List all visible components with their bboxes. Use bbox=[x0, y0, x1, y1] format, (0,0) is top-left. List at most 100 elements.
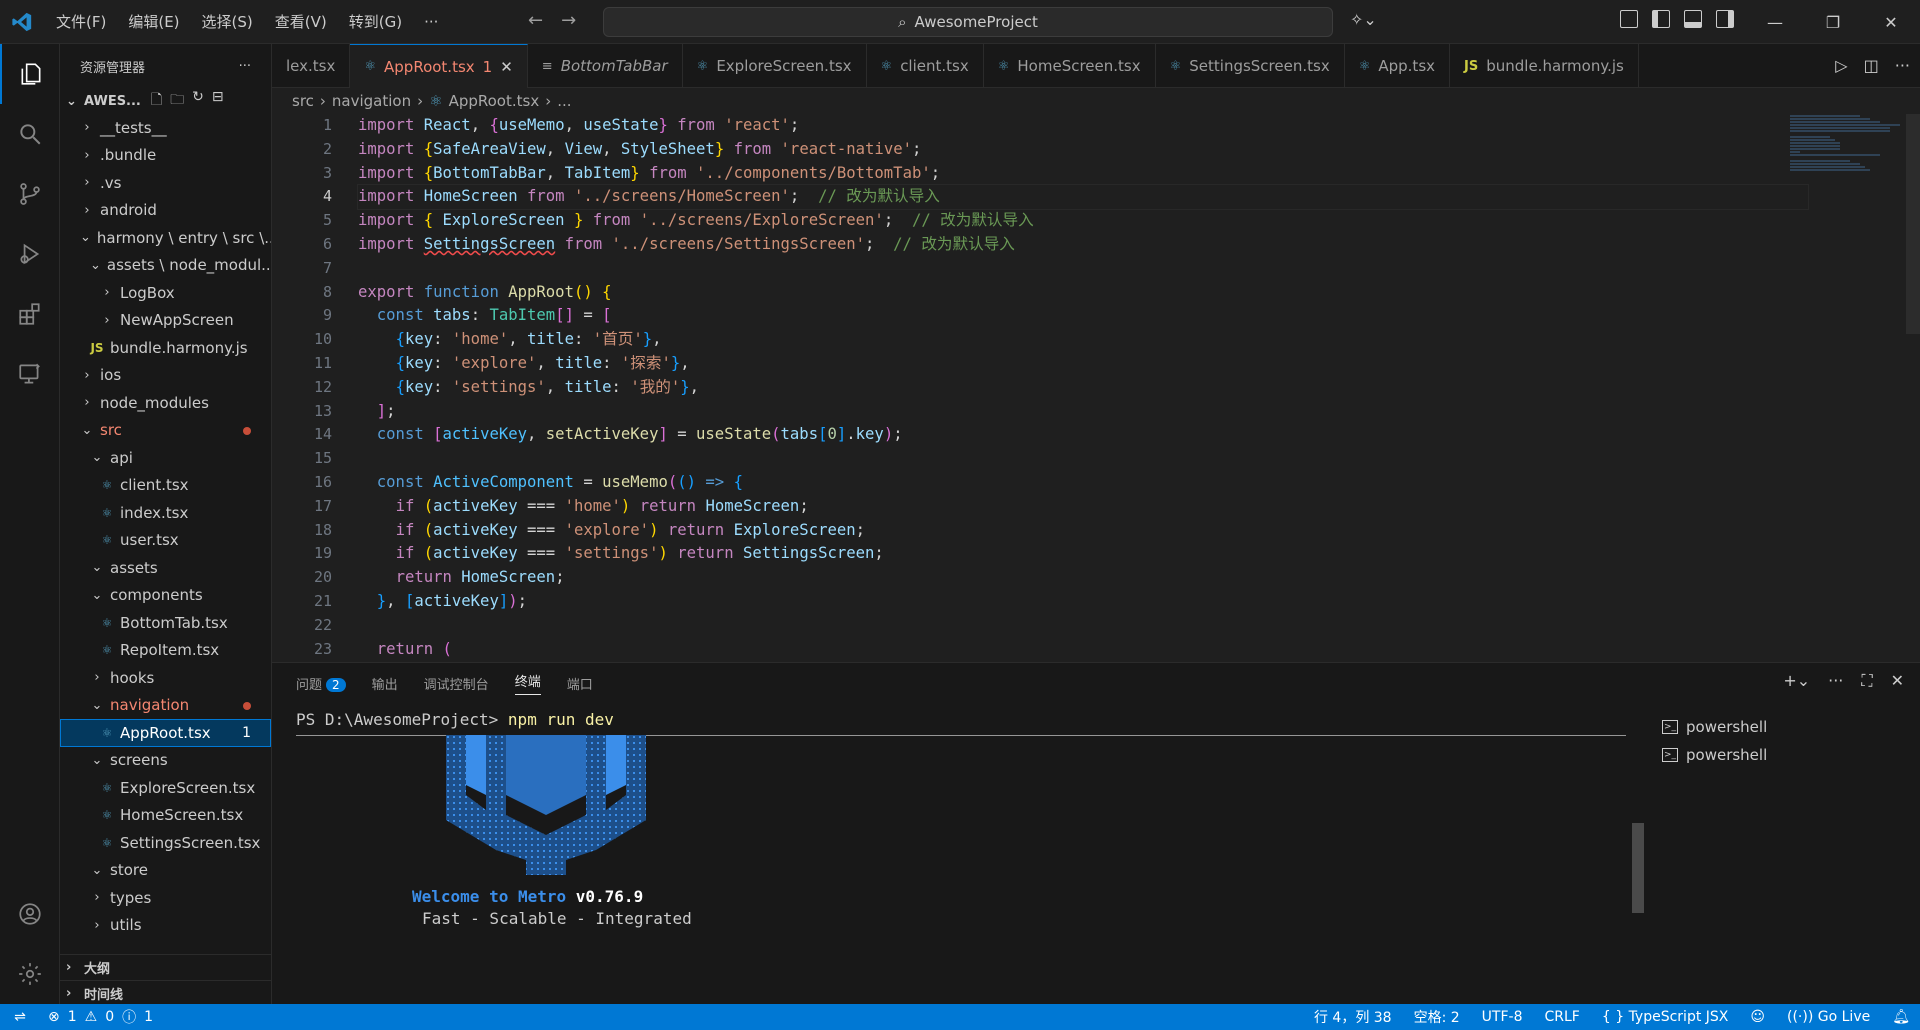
tree-file[interactable]: ⚛ client.tsx bbox=[60, 472, 271, 500]
menu-more[interactable]: ··· bbox=[416, 9, 446, 35]
tree-folder[interactable]: ⌄ api bbox=[60, 444, 271, 472]
tree-folder[interactable]: ⌄ components bbox=[60, 582, 271, 610]
tree-folder[interactable]: › android bbox=[60, 197, 271, 225]
split-editor-icon[interactable]: ◫ bbox=[1864, 56, 1879, 75]
new-folder-icon[interactable]: 🗀 bbox=[170, 89, 184, 113]
menu-go[interactable]: 转到(G) bbox=[341, 7, 410, 36]
maximize-icon[interactable]: ❐ bbox=[1804, 0, 1862, 44]
remote-indicator-icon[interactable]: ⇌ bbox=[0, 1004, 40, 1030]
breadcrumb-navigation[interactable]: navigation bbox=[332, 92, 411, 110]
close-panel-icon[interactable]: ✕ bbox=[1891, 671, 1904, 691]
cursor-position[interactable]: 行 4，列 38 bbox=[1314, 1007, 1392, 1027]
run-debug-icon[interactable] bbox=[0, 224, 60, 284]
timeline-section[interactable]: › 时间线 bbox=[60, 980, 271, 1004]
tab-output[interactable]: 输出 bbox=[372, 674, 398, 693]
command-center-search[interactable]: ⌕ AwesomeProject bbox=[603, 7, 1333, 37]
search-activity-icon[interactable] bbox=[0, 104, 60, 164]
minimap[interactable] bbox=[1790, 114, 1910, 214]
tab-explorescreen[interactable]: ⚛ ExploreScreen.tsx bbox=[683, 44, 867, 88]
tab-terminal[interactable]: 终端 bbox=[514, 671, 541, 695]
terminal-instance[interactable]: >_ powershell bbox=[1662, 741, 1902, 769]
menu-selection[interactable]: 选择(S) bbox=[194, 7, 261, 36]
encoding[interactable]: UTF-8 bbox=[1482, 1009, 1523, 1025]
tree-file[interactable]: ⚛ RepoItem.tsx bbox=[60, 637, 271, 665]
tree-folder[interactable]: › node_modules bbox=[60, 389, 271, 417]
new-file-icon[interactable]: 🗋 bbox=[151, 89, 162, 113]
tab-bundle-harmony[interactable]: JS bundle.harmony.js bbox=[1450, 44, 1639, 88]
problems-summary[interactable]: ⊗ 1 ⚠ 0 ⓘ 1 bbox=[40, 1007, 153, 1027]
tree-folder[interactable]: › utils bbox=[60, 912, 271, 940]
tab-homescreen[interactable]: ⚛ HomeScreen.tsx bbox=[984, 44, 1156, 88]
tree-folder[interactable]: ⌄ assets bbox=[60, 554, 271, 582]
editor-scrollbar[interactable] bbox=[1906, 114, 1920, 334]
toggle-panel-icon[interactable] bbox=[1684, 10, 1702, 28]
tab-app[interactable]: ⚛ App.tsx bbox=[1345, 44, 1451, 88]
menu-edit[interactable]: 编辑(E) bbox=[120, 7, 187, 36]
tree-file[interactable]: JS bundle.harmony.js bbox=[60, 334, 271, 362]
manage-gear-icon[interactable] bbox=[0, 944, 60, 1004]
tab-index[interactable]: lex.tsx bbox=[272, 44, 351, 88]
close-tab-icon[interactable]: ✕ bbox=[500, 58, 513, 76]
tree-file[interactable]: ⚛ user.tsx bbox=[60, 527, 271, 555]
outline-section[interactable]: › 大纲 bbox=[60, 954, 271, 980]
new-terminal-icon[interactable]: +⌄ bbox=[1783, 671, 1810, 691]
customize-layout-icon[interactable] bbox=[1620, 10, 1638, 28]
tree-file[interactable]: ⚛ BottomTab.tsx bbox=[60, 609, 271, 637]
code-editor[interactable]: 1 2 3 4 5 6 7 8 9 10 11 12 13 14 15 16 17 18 19 20 21 22 23 im… bbox=[272, 114, 1920, 662]
panel-more-icon[interactable]: ··· bbox=[1828, 671, 1843, 691]
tree-folder[interactable]: › LogBox bbox=[60, 279, 271, 307]
tree-folder[interactable]: › NewAppScreen bbox=[60, 307, 271, 335]
tab-ports[interactable]: 端口 bbox=[567, 674, 593, 693]
menu-view[interactable]: 查看(V) bbox=[267, 7, 335, 36]
tab-settingsscreen[interactable]: ⚛ SettingsScreen.tsx bbox=[1156, 44, 1345, 88]
sidebar-more-icon[interactable]: ··· bbox=[239, 59, 251, 74]
notifications-bell-icon[interactable]: 🔔︎ bbox=[1892, 1009, 1910, 1025]
terminal-instance[interactable]: >_ powershell bbox=[1662, 713, 1902, 741]
tree-folder[interactable]: › __tests__ bbox=[60, 114, 271, 142]
refresh-icon[interactable]: ↻ bbox=[192, 89, 204, 113]
maximize-panel-icon[interactable]: ⛶ bbox=[1861, 671, 1872, 691]
end-of-line[interactable]: CRLF bbox=[1544, 1009, 1579, 1025]
terminal-output[interactable]: PS D:\AwesomeProject> npm run dev Welcom… bbox=[296, 709, 1626, 999]
tree-folder[interactable]: ⌄ assets \ node_modul... bbox=[60, 252, 271, 280]
tree-file[interactable]: ⚛ ExploreScreen.tsx bbox=[60, 774, 271, 802]
extensions-icon[interactable] bbox=[0, 284, 60, 344]
minimize-icon[interactable]: — bbox=[1746, 0, 1804, 44]
tree-folder[interactable]: › .bundle bbox=[60, 142, 271, 170]
terminal-scrollbar[interactable] bbox=[1632, 713, 1644, 995]
copilot-icon[interactable]: ✧⌄ bbox=[1350, 10, 1377, 29]
accounts-icon[interactable] bbox=[0, 884, 60, 944]
tree-folder[interactable]: ⌄ store bbox=[60, 857, 271, 885]
tree-folder[interactable]: › types bbox=[60, 884, 271, 912]
tree-file[interactable]: ⚛ AppRoot.tsx 1 bbox=[60, 719, 271, 747]
tree-folder[interactable]: ⌄ screens bbox=[60, 747, 271, 775]
tree-file[interactable]: ⚛ HomeScreen.tsx bbox=[60, 802, 271, 830]
tab-debug-console[interactable]: 调试控制台 bbox=[424, 674, 489, 693]
terminal-scrollbar-thumb[interactable] bbox=[1632, 823, 1644, 913]
forward-arrow-icon[interactable]: → bbox=[561, 10, 576, 31]
remote-explorer-icon[interactable] bbox=[0, 344, 60, 404]
tree-file[interactable]: ⚛ index.tsx bbox=[60, 499, 271, 527]
tree-folder[interactable]: ⌄ src bbox=[60, 417, 271, 445]
breadcrumb-symbol[interactable]: ... bbox=[557, 92, 571, 110]
code-content[interactable]: import React, {useMemo, useState} from '… bbox=[357, 114, 1809, 661]
indentation[interactable]: 空格: 2 bbox=[1414, 1007, 1460, 1027]
close-window-icon[interactable]: ✕ bbox=[1862, 0, 1920, 44]
run-icon[interactable]: ▷ bbox=[1835, 56, 1847, 75]
tab-client[interactable]: ⚛ client.tsx bbox=[867, 44, 984, 88]
tab-approot[interactable]: ⚛ AppRoot.tsx 1 ✕ bbox=[350, 44, 528, 88]
tab-bottomtabbar[interactable]: ≡ BottomTabBar bbox=[528, 44, 683, 88]
breadcrumb-src[interactable]: src bbox=[292, 92, 314, 110]
collapse-all-icon[interactable]: ⊟ bbox=[212, 89, 224, 113]
tree-folder[interactable]: › .vs bbox=[60, 169, 271, 197]
breadcrumb-file[interactable]: AppRoot.tsx bbox=[449, 92, 540, 110]
tree-file[interactable]: ⚛ SettingsScreen.tsx bbox=[60, 829, 271, 857]
tree-folder[interactable]: › hooks bbox=[60, 664, 271, 692]
more-actions-icon[interactable]: ··· bbox=[1895, 56, 1910, 75]
tree-folder[interactable]: ⌄ navigation bbox=[60, 692, 271, 720]
toggle-secondary-sidebar-icon[interactable] bbox=[1716, 10, 1734, 28]
menu-file[interactable]: 文件(F) bbox=[48, 7, 114, 36]
source-control-icon[interactable] bbox=[0, 164, 60, 224]
tree-folder[interactable]: ⌄ harmony \ entry \ src \... bbox=[60, 224, 271, 252]
tree-folder[interactable]: › ios bbox=[60, 362, 271, 390]
